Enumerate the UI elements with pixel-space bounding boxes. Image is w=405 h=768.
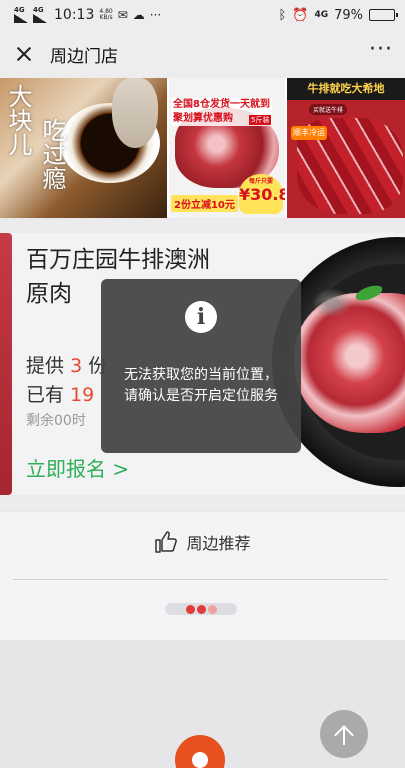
status-bar: 4G 4G 10:13 4.80 KB/s ✉ ☁ ··· ᛒ ⏰ 4G 79% [0, 0, 405, 30]
network-speed: 4.80 KB/s [99, 8, 113, 21]
loading-indicator [165, 603, 237, 615]
loading-dot-2 [196, 604, 206, 614]
loading-dot-1 [185, 604, 195, 614]
bluetooth-icon: ᛒ [278, 7, 287, 23]
joined-count: 已有 19 [26, 384, 95, 406]
more-options-button[interactable]: ··· [369, 39, 393, 63]
banner-ad-3[interactable]: 牛排就吃大希地 买就送牛排 顺丰冷运 [287, 78, 405, 218]
network-type-2: 4G [33, 6, 44, 14]
banner-2-footer: 2份立减10元 [171, 195, 238, 212]
join-now-link[interactable]: 立即报名 > [26, 453, 129, 482]
banner-3-badge: 顺丰冷运 [291, 126, 327, 140]
network-type-1: 4G [14, 6, 25, 14]
signal-icon: 4G [14, 7, 28, 23]
close-icon[interactable] [12, 42, 36, 66]
nav-bar: 周边门店 ··· [0, 30, 405, 78]
remaining-time: 剩余00时 [26, 413, 86, 429]
clock: 10:13 [54, 7, 95, 23]
banner-ad-2[interactable]: 全国8仓发货一天就到 聚划算优惠购 5斤装 每斤只要 ¥30.8 2份立减10元 [169, 78, 285, 218]
battery-icon [369, 9, 398, 21]
banner-strip: 大块儿 吃过瘾 全国8仓发货一天就到 聚划算优惠购 5斤装 每斤只要 ¥30.8 2… [0, 78, 405, 218]
divider [13, 579, 388, 580]
more-notifications: ··· [149, 8, 162, 22]
cloud-icon: ☁ [132, 8, 145, 22]
banner-1-text-2: 吃过瘾 [38, 118, 66, 190]
message-notification-icon: ✉ [117, 8, 128, 22]
toast-message: 无法获取您的当前位置，请确认是否开启定位服务 [124, 367, 278, 404]
pepper-image [312, 288, 352, 318]
banner-3-headline: 牛排就吃大希地 [307, 82, 385, 95]
supply-count: 提供 3 份 [26, 355, 108, 377]
battery-percent: 79% [334, 7, 363, 23]
thumbs-up-icon [155, 531, 178, 553]
recommend-header: 周边推荐 [0, 530, 405, 554]
banner-2-price-badge: 每斤只要 ¥30.8 [239, 174, 285, 214]
location-error-toast: i 无法获取您的当前位置，请确认是否开启定位服务 [101, 279, 301, 453]
recommend-title: 周边推荐 [186, 534, 251, 553]
loading-dot-3 [207, 604, 217, 614]
network-type-right: 4G [314, 10, 329, 20]
page-title: 周边门店 [50, 46, 118, 67]
recommend-section: 周边推荐 [0, 512, 405, 640]
previous-card-edge[interactable] [0, 233, 12, 495]
mushroom-image [112, 78, 158, 148]
banner-1-text-1: 大块儿 [4, 84, 32, 156]
info-icon: i [185, 301, 217, 333]
banner-ad-1[interactable]: 大块儿 吃过瘾 [0, 78, 167, 218]
alarm-icon: ⏰ [292, 7, 309, 23]
banner-2-tag: 5斤装 [249, 115, 272, 125]
signal-icon-2: 4G [33, 7, 47, 23]
banner-3-sub: 买就送牛排 [309, 104, 348, 115]
back-to-top-button[interactable] [320, 710, 368, 758]
